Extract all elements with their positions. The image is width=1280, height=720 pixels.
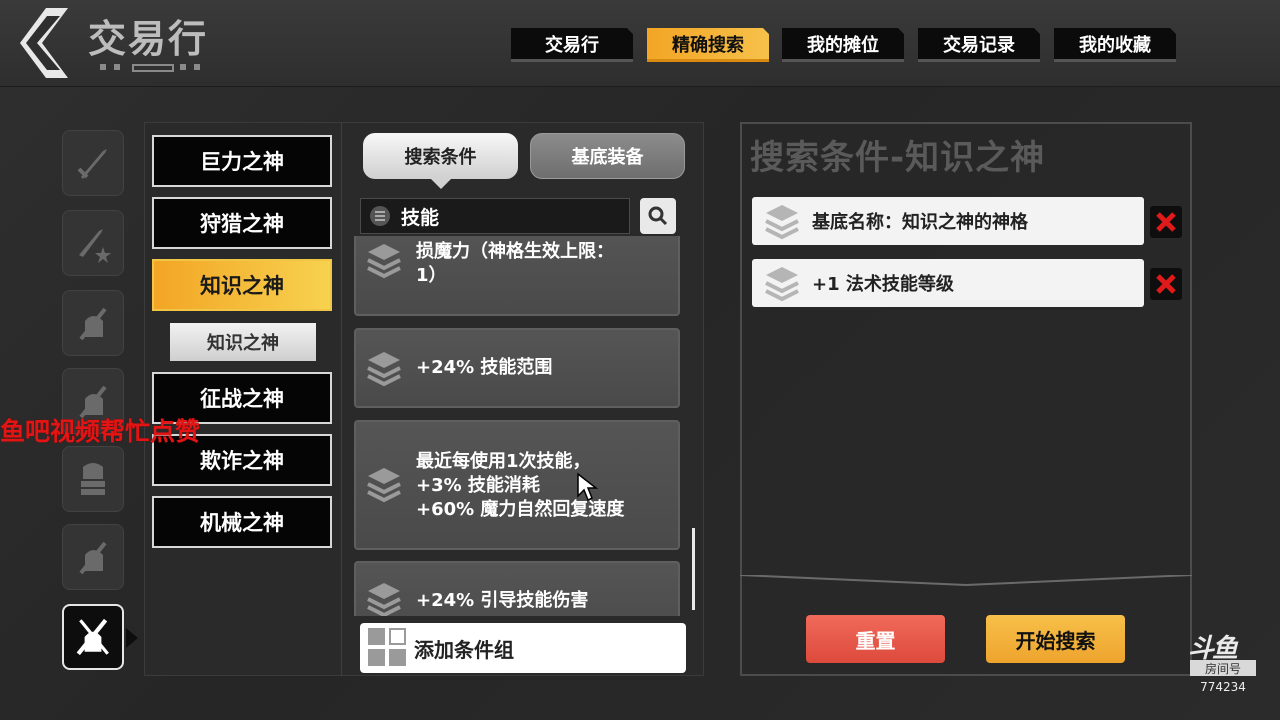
condition-label: 基底名称：知识之神的神格 bbox=[812, 212, 1028, 233]
segment-base-equipment[interactable]: 基底装备 bbox=[530, 133, 685, 179]
armor-icon bbox=[81, 463, 105, 495]
list-item[interactable]: 最近每使用1次技能， +3% 技能消耗 +60% 魔力自然回复速度 bbox=[354, 420, 680, 550]
stream-overlay-text: 鱼吧视频帮忙点赞 bbox=[0, 417, 201, 446]
remove-condition-button[interactable] bbox=[1150, 206, 1182, 238]
category-star-icon[interactable] bbox=[62, 210, 124, 276]
tab-trading[interactable]: 交易行 bbox=[511, 28, 633, 62]
watermark-label: 房间号 bbox=[1190, 660, 1256, 676]
condition-item[interactable]: +1 法术技能等级 bbox=[752, 259, 1144, 307]
active-category-pointer bbox=[126, 628, 138, 648]
search-value: 技能 bbox=[401, 206, 440, 229]
layers-icon bbox=[765, 267, 799, 302]
remove-condition-button[interactable] bbox=[1150, 268, 1182, 300]
helmet-icon bbox=[79, 307, 107, 341]
condition-label: +1 法术技能等级 bbox=[812, 274, 954, 295]
watermark-logo: 斗鱼 bbox=[1188, 634, 1238, 664]
condition-item[interactable]: 基底名称：知识之神的神格 bbox=[752, 197, 1144, 245]
god-item-machine[interactable]: 机械之神 bbox=[152, 496, 332, 548]
option-text: +24% 技能范围 bbox=[416, 357, 553, 378]
list-item[interactable]: +24% 引导技能伤害 bbox=[354, 561, 680, 616]
chevron-left-icon bbox=[20, 8, 68, 78]
star-sword-icon bbox=[79, 229, 111, 263]
layers-icon bbox=[367, 583, 401, 616]
close-icon bbox=[1156, 212, 1176, 232]
god-item-knowledge[interactable]: 知识之神 bbox=[152, 259, 332, 311]
god-item-hunting[interactable]: 狩猎之神 bbox=[152, 197, 332, 249]
room-number: 774234 bbox=[1200, 680, 1246, 694]
category-armor-icon[interactable] bbox=[62, 446, 124, 512]
list-icon bbox=[370, 206, 390, 226]
page-title: 交易行 bbox=[88, 17, 209, 61]
grid-icon bbox=[368, 628, 408, 668]
god-item-strength[interactable]: 巨力之神 bbox=[152, 135, 332, 187]
segment-pointer bbox=[430, 178, 452, 189]
helmet-icon bbox=[79, 541, 107, 575]
title-decoration bbox=[100, 64, 200, 72]
layers-icon bbox=[367, 244, 401, 279]
sword-icon bbox=[77, 149, 107, 179]
tab-favorites[interactable]: 我的收藏 bbox=[1054, 28, 1176, 62]
scrollbar[interactable] bbox=[692, 528, 695, 610]
start-search-button[interactable]: 开始搜索 bbox=[986, 615, 1125, 663]
list-item[interactable]: +24% 技能范围 bbox=[354, 328, 680, 408]
list-item[interactable]: 损魔力（神格生效上限： 1） bbox=[354, 236, 680, 316]
search-button[interactable] bbox=[640, 198, 676, 234]
search-input[interactable]: 技能 bbox=[360, 198, 630, 234]
layers-icon bbox=[765, 205, 799, 240]
column-divider bbox=[341, 122, 342, 676]
close-icon bbox=[1156, 274, 1176, 294]
add-condition-group-button[interactable]: 添加条件组 bbox=[360, 623, 686, 673]
layers-icon bbox=[367, 352, 401, 387]
add-condition-group-label: 添加条件组 bbox=[414, 637, 514, 662]
option-text: +24% 引导技能伤害 bbox=[416, 590, 589, 611]
layers-icon bbox=[367, 468, 401, 503]
reset-button[interactable]: 重置 bbox=[806, 615, 945, 663]
category-helmet-icon[interactable] bbox=[62, 290, 124, 356]
tab-my-stall[interactable]: 我的摊位 bbox=[782, 28, 904, 62]
option-text: 损魔力（神格生效上限： 1） bbox=[416, 241, 614, 286]
segment-search-conditions[interactable]: 搜索条件 bbox=[363, 133, 518, 179]
option-list[interactable]: 损魔力（神格生效上限： 1） +24% 技能范围 最近每使用1次技能， +3% … bbox=[352, 236, 684, 616]
category-divinity-icon[interactable] bbox=[62, 604, 124, 670]
category-sword-icon[interactable] bbox=[62, 130, 124, 196]
god-subitem-knowledge[interactable]: 知识之神 bbox=[170, 323, 316, 361]
tab-trade-history[interactable]: 交易记录 bbox=[918, 28, 1040, 62]
conditions-title: 搜索条件-知识之神 bbox=[750, 138, 1046, 178]
category-helmet3-icon[interactable] bbox=[62, 524, 124, 590]
back-button[interactable] bbox=[16, 6, 74, 80]
panel-separator bbox=[740, 575, 1192, 587]
tab-precise-search[interactable]: 精确搜索 bbox=[647, 28, 769, 62]
divinity-icon bbox=[76, 618, 109, 656]
mouse-cursor-icon bbox=[577, 472, 599, 502]
search-icon bbox=[648, 206, 668, 226]
